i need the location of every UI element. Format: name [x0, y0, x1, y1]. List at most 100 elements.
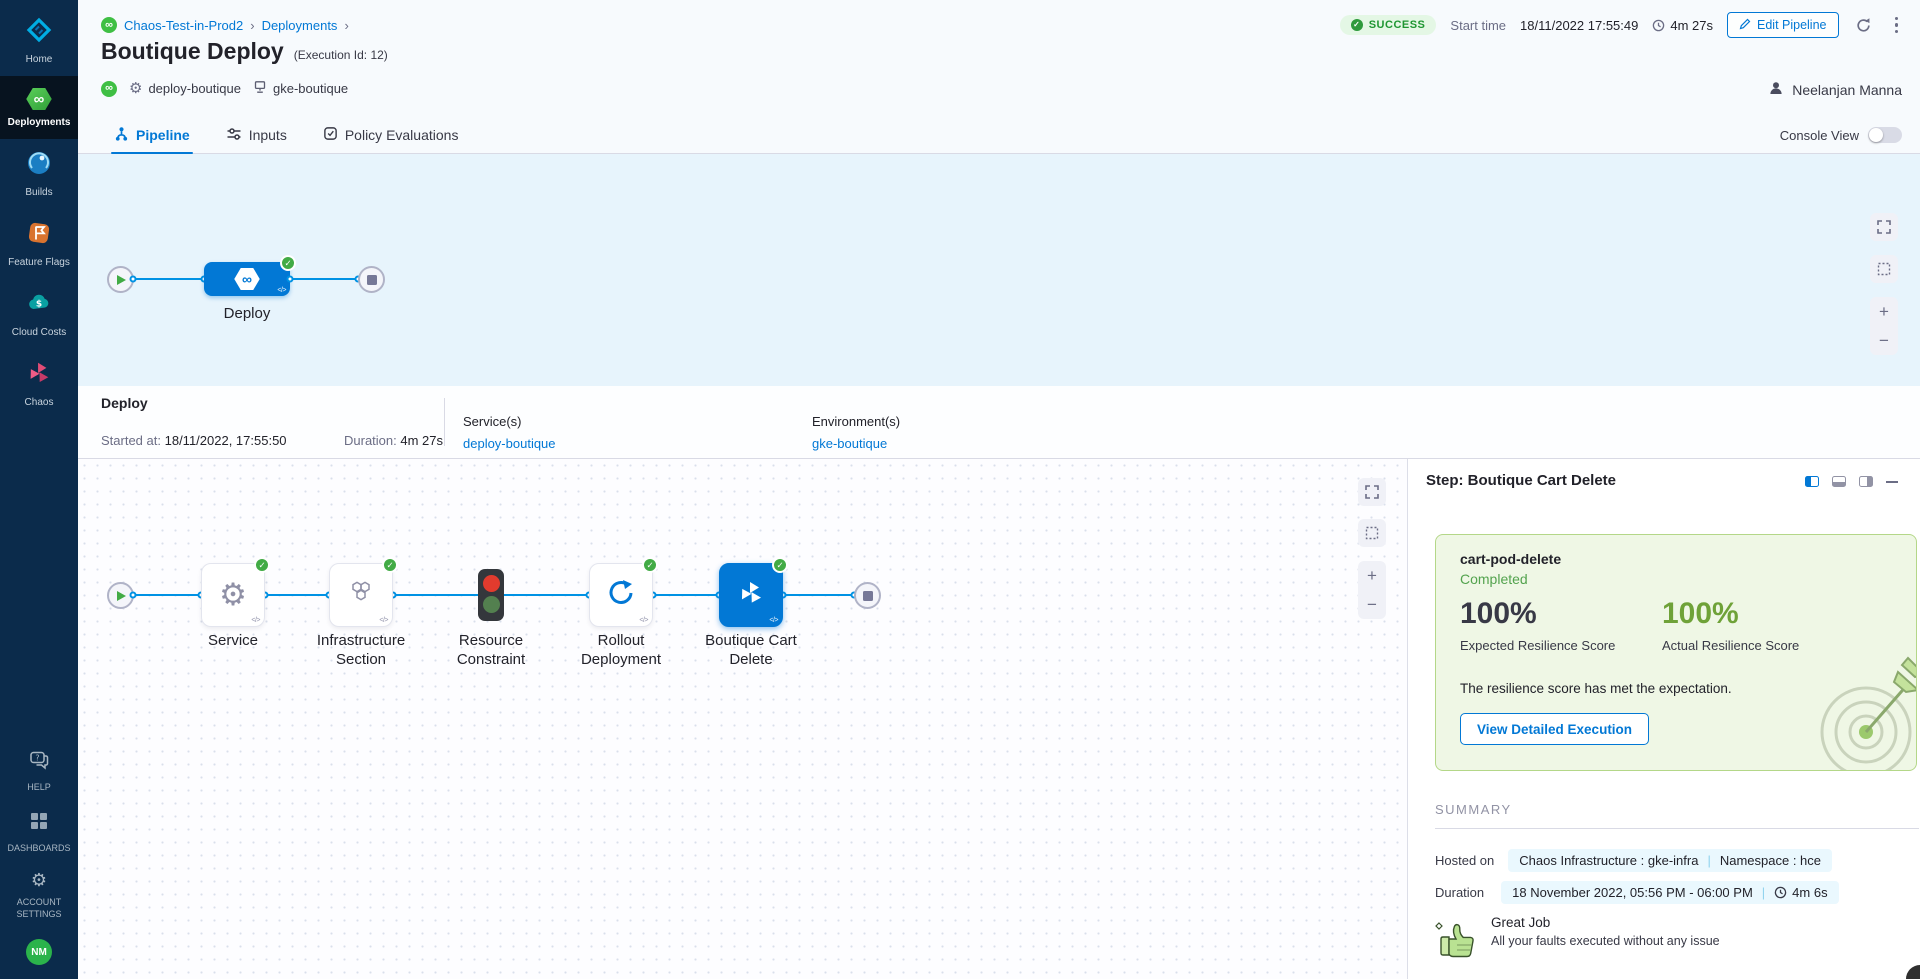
start-time-label: Start time	[1450, 18, 1506, 33]
console-view-toggle[interactable]	[1868, 127, 1902, 143]
console-view-label: Console View	[1780, 128, 1859, 143]
stage-node-deploy[interactable]: ∞ ✓ </>	[204, 262, 290, 296]
sidebar-item-chaos[interactable]: Chaos	[0, 349, 78, 419]
step-node-boutique-cart-delete[interactable]: ✓ </>	[719, 563, 783, 627]
user-avatar[interactable]: NM	[26, 939, 52, 965]
layout-bottom-panel-icon[interactable]	[1832, 476, 1846, 487]
zoom-out-button[interactable]: −	[1879, 332, 1889, 349]
inputs-icon	[226, 127, 242, 144]
tab-policy-evaluations[interactable]: Policy Evaluations	[323, 117, 459, 153]
step-node-resource-constraint[interactable]	[478, 569, 504, 621]
sidebar-item-account-settings[interactable]: ⚙ ACCOUNT SETTINGS	[0, 863, 78, 929]
success-check-icon: ✓	[772, 557, 788, 573]
dashboards-icon	[29, 811, 49, 836]
svg-text:?: ?	[35, 754, 39, 763]
step-node-infrastructure[interactable]: ✓ </>	[329, 563, 393, 627]
step-node-service[interactable]: ⚙ ✓ </>	[201, 563, 265, 627]
view-detailed-execution-button[interactable]: View Detailed Execution	[1460, 713, 1649, 745]
fit-to-screen-button[interactable]	[1358, 519, 1386, 547]
cd-pipeline-icon: ∞	[101, 17, 117, 33]
fullscreen-button[interactable]	[1358, 478, 1386, 506]
service-link[interactable]: deploy-boutique	[463, 436, 556, 451]
refresh-icon[interactable]	[1853, 14, 1875, 36]
sidebar-item-label: DASHBOARDS	[7, 842, 70, 854]
summary-heading: SUMMARY	[1435, 802, 1919, 829]
success-check-icon: ✓	[254, 557, 270, 573]
experiment-name: cart-pod-delete	[1460, 551, 1561, 567]
resilience-message: The resilience score has met the expecta…	[1460, 681, 1732, 696]
stop-icon	[367, 275, 377, 285]
zoom-in-button[interactable]: +	[1367, 567, 1377, 584]
minimize-panel-icon[interactable]	[1886, 481, 1898, 483]
breadcrumb-deployments-link[interactable]: Deployments	[262, 18, 338, 33]
zoom-out-button[interactable]: −	[1367, 596, 1377, 613]
hosted-on-chip: Chaos Infrastructure : gke-infra | Names…	[1508, 849, 1832, 872]
svg-text:$: $	[36, 300, 42, 310]
current-user[interactable]: Neelanjan Manna	[1768, 80, 1902, 99]
sidebar-item-label: Builds	[25, 187, 52, 199]
tab-inputs[interactable]: Inputs	[226, 117, 287, 153]
chevron-right-icon: ›	[344, 18, 348, 33]
sidebar-item-label: HELP	[27, 781, 51, 793]
sidebar-item-home[interactable]: Home	[0, 6, 78, 76]
clock-icon	[1774, 886, 1787, 899]
actual-resilience-score: 100%	[1662, 597, 1739, 631]
sidebar-item-label: Home	[26, 54, 53, 66]
builds-icon	[26, 150, 52, 181]
environments-label: Environment(s)	[812, 414, 900, 429]
duration-value: 4m 27s	[1652, 18, 1713, 33]
stage-graph-canvas[interactable]: ∞ ✓ </> Deploy + −	[78, 154, 1920, 386]
breadcrumb-project-link[interactable]: Chaos-Test-in-Prod2	[124, 18, 243, 33]
started-at: Started at: 18/11/2022, 17:55:50	[101, 433, 287, 448]
sidebar-item-feature-flags[interactable]: Feature Flags	[0, 209, 78, 279]
tabs-bar: Pipeline Inputs Policy Evaluations Conso…	[78, 117, 1920, 154]
step-graph-canvas[interactable]: ⚙ ✓ </> ✓ </> ✓ </> ✓ </>	[78, 459, 1407, 979]
more-options-icon[interactable]	[1889, 15, 1905, 36]
service-tag: ⚙ deploy-boutique	[129, 81, 241, 96]
traffic-light-green-icon	[483, 596, 500, 613]
sidebar-item-label: ACCOUNT SETTINGS	[2, 896, 76, 920]
code-icon: </>	[769, 617, 778, 624]
tab-label: Policy Evaluations	[345, 127, 459, 143]
step-node-rollout-deployment[interactable]: ✓ </>	[589, 563, 653, 627]
cd-pipeline-icon: ∞	[101, 81, 117, 97]
code-icon: </>	[277, 287, 286, 294]
success-check-icon: ✓	[382, 557, 398, 573]
sidebar-item-dashboards[interactable]: DASHBOARDS	[0, 802, 78, 863]
sidebar-item-help[interactable]: ? HELP	[0, 741, 78, 802]
sidebar-item-label: Cloud Costs	[12, 327, 66, 339]
feature-flags-icon	[26, 220, 52, 251]
status-badge: ✓ SUCCESS	[1340, 15, 1437, 35]
user-icon	[1768, 80, 1784, 99]
rollout-icon	[606, 578, 636, 613]
sidebar-item-builds[interactable]: Builds	[0, 139, 78, 209]
fit-to-screen-button[interactable]	[1870, 255, 1898, 283]
environment-link[interactable]: gke-boutique	[812, 436, 887, 451]
fault-duration: 4m 6s	[1774, 885, 1827, 900]
chaos-fault-icon	[737, 579, 765, 612]
edit-pipeline-button[interactable]: Edit Pipeline	[1727, 12, 1839, 38]
main-area: ∞ Chaos-Test-in-Prod2 › Deployments › ✓ …	[78, 0, 1920, 979]
tab-pipeline[interactable]: Pipeline	[114, 117, 190, 153]
tab-label: Inputs	[249, 127, 287, 143]
fullscreen-button[interactable]	[1870, 213, 1898, 241]
infrastructure-icon	[345, 579, 377, 612]
cloud-costs-icon: $	[26, 290, 52, 321]
zoom-controls: + −	[1870, 297, 1898, 355]
zoom-in-button[interactable]: +	[1879, 303, 1889, 320]
layout-full-panel-icon[interactable]	[1859, 476, 1873, 487]
pipeline-end-node[interactable]	[358, 266, 385, 293]
stage-duration: Duration: 4m 27s	[344, 433, 443, 448]
expected-score-label: Expected Resilience Score	[1460, 638, 1615, 653]
breadcrumb: ∞ Chaos-Test-in-Prod2 › Deployments ›	[101, 17, 349, 33]
sidebar-item-deployments[interactable]: ∞ Deployments	[0, 76, 78, 139]
experiment-status: Completed	[1460, 571, 1528, 587]
summary-result-title: Great Job	[1491, 915, 1720, 930]
help-icon: ?	[28, 750, 50, 775]
steps-end-node[interactable]	[854, 582, 881, 609]
sidebar-item-cloud-costs[interactable]: $ Cloud Costs	[0, 279, 78, 349]
chaos-icon	[26, 360, 52, 391]
resilience-result-card: cart-pod-delete Completed 100% Expected …	[1435, 534, 1917, 771]
layout-right-panel-icon[interactable]	[1805, 476, 1819, 487]
duration-label: Duration	[1435, 885, 1484, 900]
